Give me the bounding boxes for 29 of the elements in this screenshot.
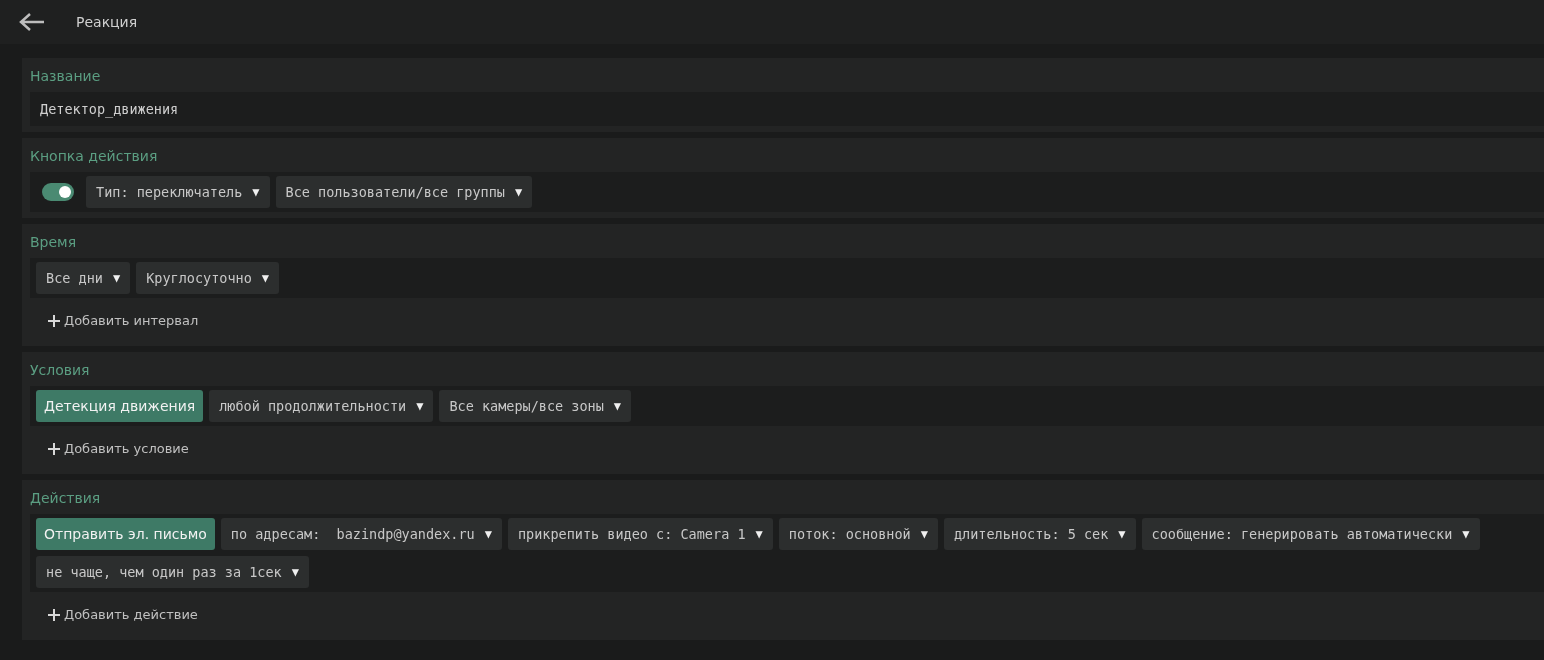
section-title: Время (30, 233, 77, 252)
plus-icon (48, 608, 60, 621)
type-button[interactable]: Детекция движения (36, 390, 204, 422)
add-link[interactable]: Добавить действие (48, 607, 198, 622)
dropdown[interactable]: Тип: переключатель ▼ (86, 176, 270, 208)
dropdown[interactable]: поток: основной ▼ (778, 518, 938, 550)
section-title: Условия (30, 361, 90, 380)
page-title: Реакция (76, 14, 138, 30)
plus-icon (48, 442, 60, 455)
dropdown[interactable]: Все камеры/все зоны ▼ (439, 390, 632, 422)
dropdown[interactable]: сообщение: генерировать автоматически ▼ (1141, 518, 1480, 550)
section-title: Название (30, 67, 101, 86)
back-arrow-icon[interactable] (18, 12, 46, 32)
dropdown[interactable]: длительность: 5 сек ▼ (943, 518, 1136, 550)
dropdown[interactable]: Все дни ▼ (36, 262, 131, 294)
section-title: Кнопка действия (30, 147, 158, 166)
dropdown[interactable]: по адресам: bazindp@yandex.ru ▼ (220, 518, 502, 550)
dropdown[interactable]: не чаще, чем один раз за 1сек ▼ (36, 556, 309, 588)
section-title: Действия (30, 489, 101, 508)
dropdown[interactable]: прикрепить видео с: Camera 1 ▼ (507, 518, 773, 550)
dropdown[interactable]: Круглосуточно ▼ (136, 262, 280, 294)
dropdown[interactable]: Все пользователи/все группы ▼ (275, 176, 533, 208)
dropdown[interactable]: любой продолжительности ▼ (209, 390, 434, 422)
add-link[interactable]: Добавить интервал (48, 313, 199, 328)
plus-icon (48, 314, 60, 327)
type-button[interactable]: Отправить эл. письмо (36, 518, 215, 550)
name-field[interactable]: Детектор_движения (36, 92, 183, 126)
add-link[interactable]: Добавить условие (48, 441, 189, 456)
toggle-switch[interactable] (42, 183, 74, 201)
